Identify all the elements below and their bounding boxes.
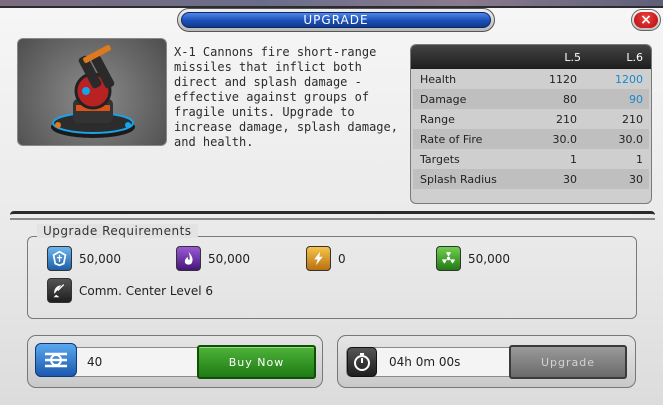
table-row: Damage 80 90 bbox=[413, 89, 649, 109]
column-header-l6: L.6 bbox=[626, 51, 643, 64]
stat-value-next: 90 bbox=[629, 93, 643, 106]
timer-box: 04h 0m 00s Upgrade bbox=[337, 335, 636, 388]
stat-value-current: 80 bbox=[563, 93, 577, 106]
stats-header: L.5 L.6 bbox=[411, 45, 651, 69]
satellite-dish-icon bbox=[47, 278, 72, 303]
building-requirement-label: Comm. Center Level 6 bbox=[79, 283, 214, 298]
buy-amount: 40 bbox=[87, 355, 103, 369]
close-button[interactable]: × bbox=[631, 9, 661, 31]
page-title: UPGRADE bbox=[181, 12, 491, 28]
stat-value-current: 30.0 bbox=[552, 133, 578, 146]
buy-box: 40 Buy Now bbox=[27, 335, 323, 388]
stat-value-current: 1 bbox=[570, 153, 577, 166]
buy-now-button[interactable]: Buy Now bbox=[197, 345, 316, 379]
cannon-turret-icon bbox=[51, 45, 135, 138]
stat-label: Splash Radius bbox=[420, 173, 497, 186]
resource-value: 50,000 bbox=[208, 251, 250, 266]
stat-value-next: 30.0 bbox=[618, 133, 644, 146]
upgrade-button[interactable]: Upgrade bbox=[509, 345, 627, 379]
stats-table: L.5 L.6 Health 1120 1200 Damage 80 90 Ra… bbox=[410, 44, 652, 204]
stat-label: Health bbox=[420, 73, 457, 86]
shield-crystal-icon bbox=[47, 246, 72, 271]
unit-thumbnail bbox=[17, 38, 167, 146]
upgrade-panel: UPGRADE × X-1 Cannons fire short-range m… bbox=[0, 6, 663, 405]
purple-flame-icon bbox=[176, 246, 201, 271]
stat-value-next: 210 bbox=[622, 113, 643, 126]
table-row: Range 210 210 bbox=[413, 109, 649, 129]
stat-label: Rate of Fire bbox=[420, 133, 483, 146]
stat-value-current: 210 bbox=[556, 113, 577, 126]
timer-duration: 04h 0m 00s bbox=[389, 355, 461, 369]
title-tab: UPGRADE bbox=[177, 8, 495, 32]
stat-value-current: 1120 bbox=[549, 73, 577, 86]
resource-flame: 50,000 bbox=[176, 246, 250, 271]
stat-value-next: 30 bbox=[629, 173, 643, 186]
table-row: Health 1120 1200 bbox=[413, 69, 649, 89]
stat-label: Damage bbox=[420, 93, 467, 106]
stat-value-current: 30 bbox=[563, 173, 577, 186]
column-header-l5: L.5 bbox=[564, 51, 581, 64]
stat-label: Range bbox=[420, 113, 455, 126]
building-requirement: Comm. Center Level 6 bbox=[47, 278, 213, 303]
unit-description: X-1 Cannons fire short-range missiles th… bbox=[174, 45, 398, 149]
table-row: Splash Radius 30 30 bbox=[413, 169, 649, 189]
table-row: Rate of Fire 30.0 30.0 bbox=[413, 129, 649, 149]
stat-value-next: 1 bbox=[636, 153, 643, 166]
close-icon[interactable]: × bbox=[634, 12, 658, 28]
timer-icon bbox=[347, 347, 377, 377]
stat-label: Targets bbox=[420, 153, 460, 166]
lightning-icon bbox=[306, 246, 331, 271]
resource-power: 0 bbox=[306, 246, 346, 271]
section-divider bbox=[10, 211, 655, 220]
resource-crystal: 50,000 bbox=[47, 246, 121, 271]
stat-value-next: 1200 bbox=[615, 73, 643, 86]
requirements-title: Upgrade Requirements bbox=[37, 224, 198, 238]
resource-radiation: 50,000 bbox=[436, 246, 510, 271]
currency-icon bbox=[35, 343, 77, 377]
table-row: Targets 1 1 bbox=[413, 149, 649, 169]
radiation-icon bbox=[436, 246, 461, 271]
resource-value: 0 bbox=[338, 251, 346, 266]
resource-value: 50,000 bbox=[79, 251, 121, 266]
resource-value: 50,000 bbox=[468, 251, 510, 266]
